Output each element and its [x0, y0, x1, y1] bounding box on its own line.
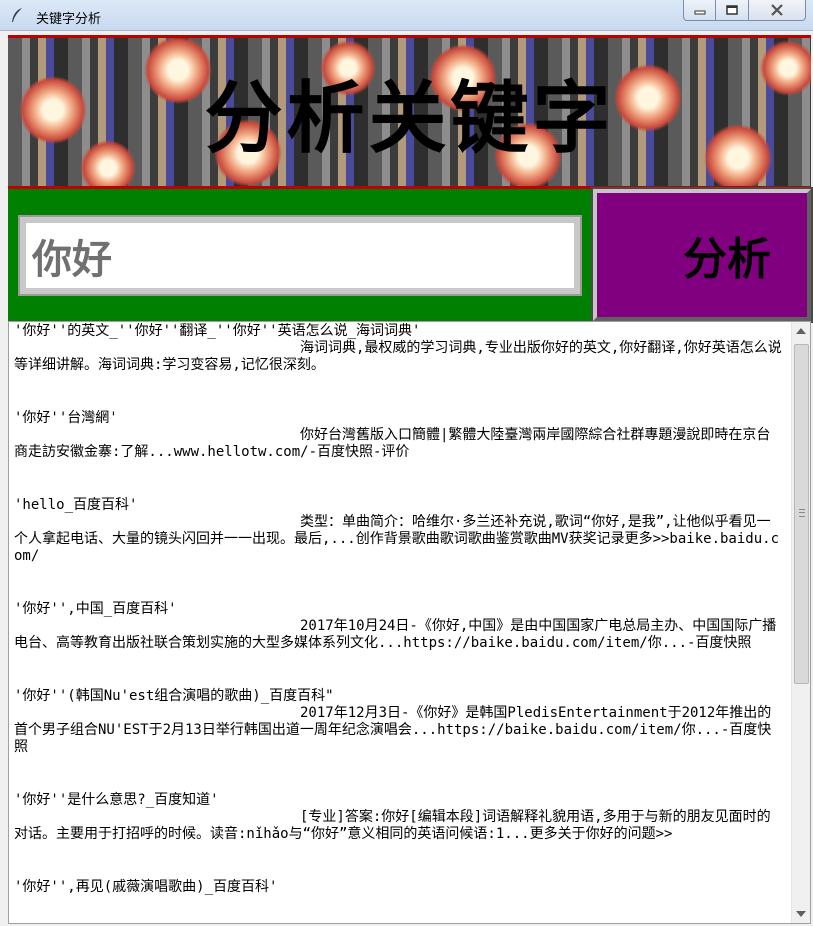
feather-icon — [12, 8, 22, 22]
window-content: 分析关键字 分析 '你好''的英文_''你好''翻译_''你好''英语怎么说_海… — [8, 31, 813, 924]
chevron-up-icon — [796, 328, 806, 334]
keyword-input[interactable] — [18, 215, 582, 296]
analyze-button[interactable]: 分析 — [591, 187, 813, 323]
analyze-button-label: 分析 — [683, 234, 771, 285]
result-item: '你好''的英文_''你好''翻译_''你好''英语怎么说_海词词典' 海词词典,… — [14, 323, 784, 374]
minimize-icon — [694, 10, 705, 15]
scroll-up-button[interactable] — [792, 322, 810, 340]
result-description: 你好台灣舊版入口簡體|繁體大陸臺灣兩岸國際綜合社群專題漫說即時在京台商走訪安徽金… — [14, 427, 771, 460]
results-content: '你好''的英文_''你好''翻译_''你好''英语怎么说_海词词典' 海词词典,… — [14, 323, 784, 922]
result-title: 'hello_百度百科' — [14, 497, 138, 513]
results-textbox[interactable]: '你好''的英文_''你好''翻译_''你好''英语怎么说_海词词典' 海词词典,… — [8, 321, 811, 924]
vertical-scrollbar[interactable] — [791, 322, 810, 923]
result-item: '你好''(韩国Nu'est组合演唱的歌曲)_百度百科" 2017年12月3日-《… — [14, 688, 784, 756]
result-item: '你好''台灣網' 你好台灣舊版入口簡體|繁體大陸臺灣兩岸國際綜合社群專題漫說即時… — [14, 410, 784, 461]
window-titlebar: 关键字分析 — [0, 0, 813, 31]
result-item: '你好''是什么意思?_百度知道' [专业]答案:你好[编辑本段]词语解释礼貌用语… — [14, 792, 784, 843]
banner-title: 分析关键字 — [204, 74, 615, 164]
close-button[interactable] — [748, 0, 806, 21]
result-item: '你好'',中国_百度百科' 2017年10月24日-《你好,中国》是由中国国家广… — [14, 601, 784, 652]
result-title: '你好'',中国_百度百科' — [14, 601, 177, 617]
maximize-button[interactable] — [715, 0, 749, 21]
result-item: '你好'',再见(戚薇演唱歌曲)_百度百科' — [14, 879, 784, 896]
result-title: '你好''是什么意思?_百度知道' — [14, 792, 219, 808]
result-description: 类型：单曲简介：哈维尔·多兰还补充说,歌词“你好,是我”,让他似乎看见一个人拿起… — [14, 514, 780, 564]
window-title: 关键字分析 — [36, 12, 102, 27]
scroll-thumb[interactable] — [794, 344, 809, 684]
banner: 分析关键字 — [8, 35, 811, 189]
result-title: '你好''(韩国Nu'est组合演唱的歌曲)_百度百科" — [14, 688, 334, 704]
result-description: 海词词典,最权威的学习词典,专业出版你好的英文,你好翻译,你好英语怎么说等详细讲… — [14, 340, 782, 373]
result-title: '你好''的英文_''你好''翻译_''你好''英语怎么说_海词词典' — [14, 323, 421, 339]
result-description: [专业]答案:你好[编辑本段]词语解释礼貌用语,多用于与新的朋友见面时的对话。主… — [14, 809, 771, 842]
maximize-icon — [726, 5, 738, 15]
result-description: 2017年10月24日-《你好,中国》是由中国国家广电总局主办、中国国际广播电台… — [14, 618, 777, 651]
close-icon — [771, 4, 783, 16]
chevron-down-icon — [796, 911, 806, 917]
result-item: 'hello_百度百科' 类型：单曲简介：哈维尔·多兰还补充说,歌词“你好,是我”… — [14, 497, 784, 565]
result-description: 2017年12月3日-《你好》是韩国PledisEntertainment于20… — [14, 705, 772, 755]
result-title: '你好''台灣網' — [14, 410, 118, 426]
result-title: '你好'',再见(戚薇演唱歌曲)_百度百科' — [14, 879, 278, 895]
input-panel — [8, 189, 593, 321]
minimize-button[interactable] — [683, 0, 716, 21]
scroll-down-button[interactable] — [792, 905, 810, 923]
